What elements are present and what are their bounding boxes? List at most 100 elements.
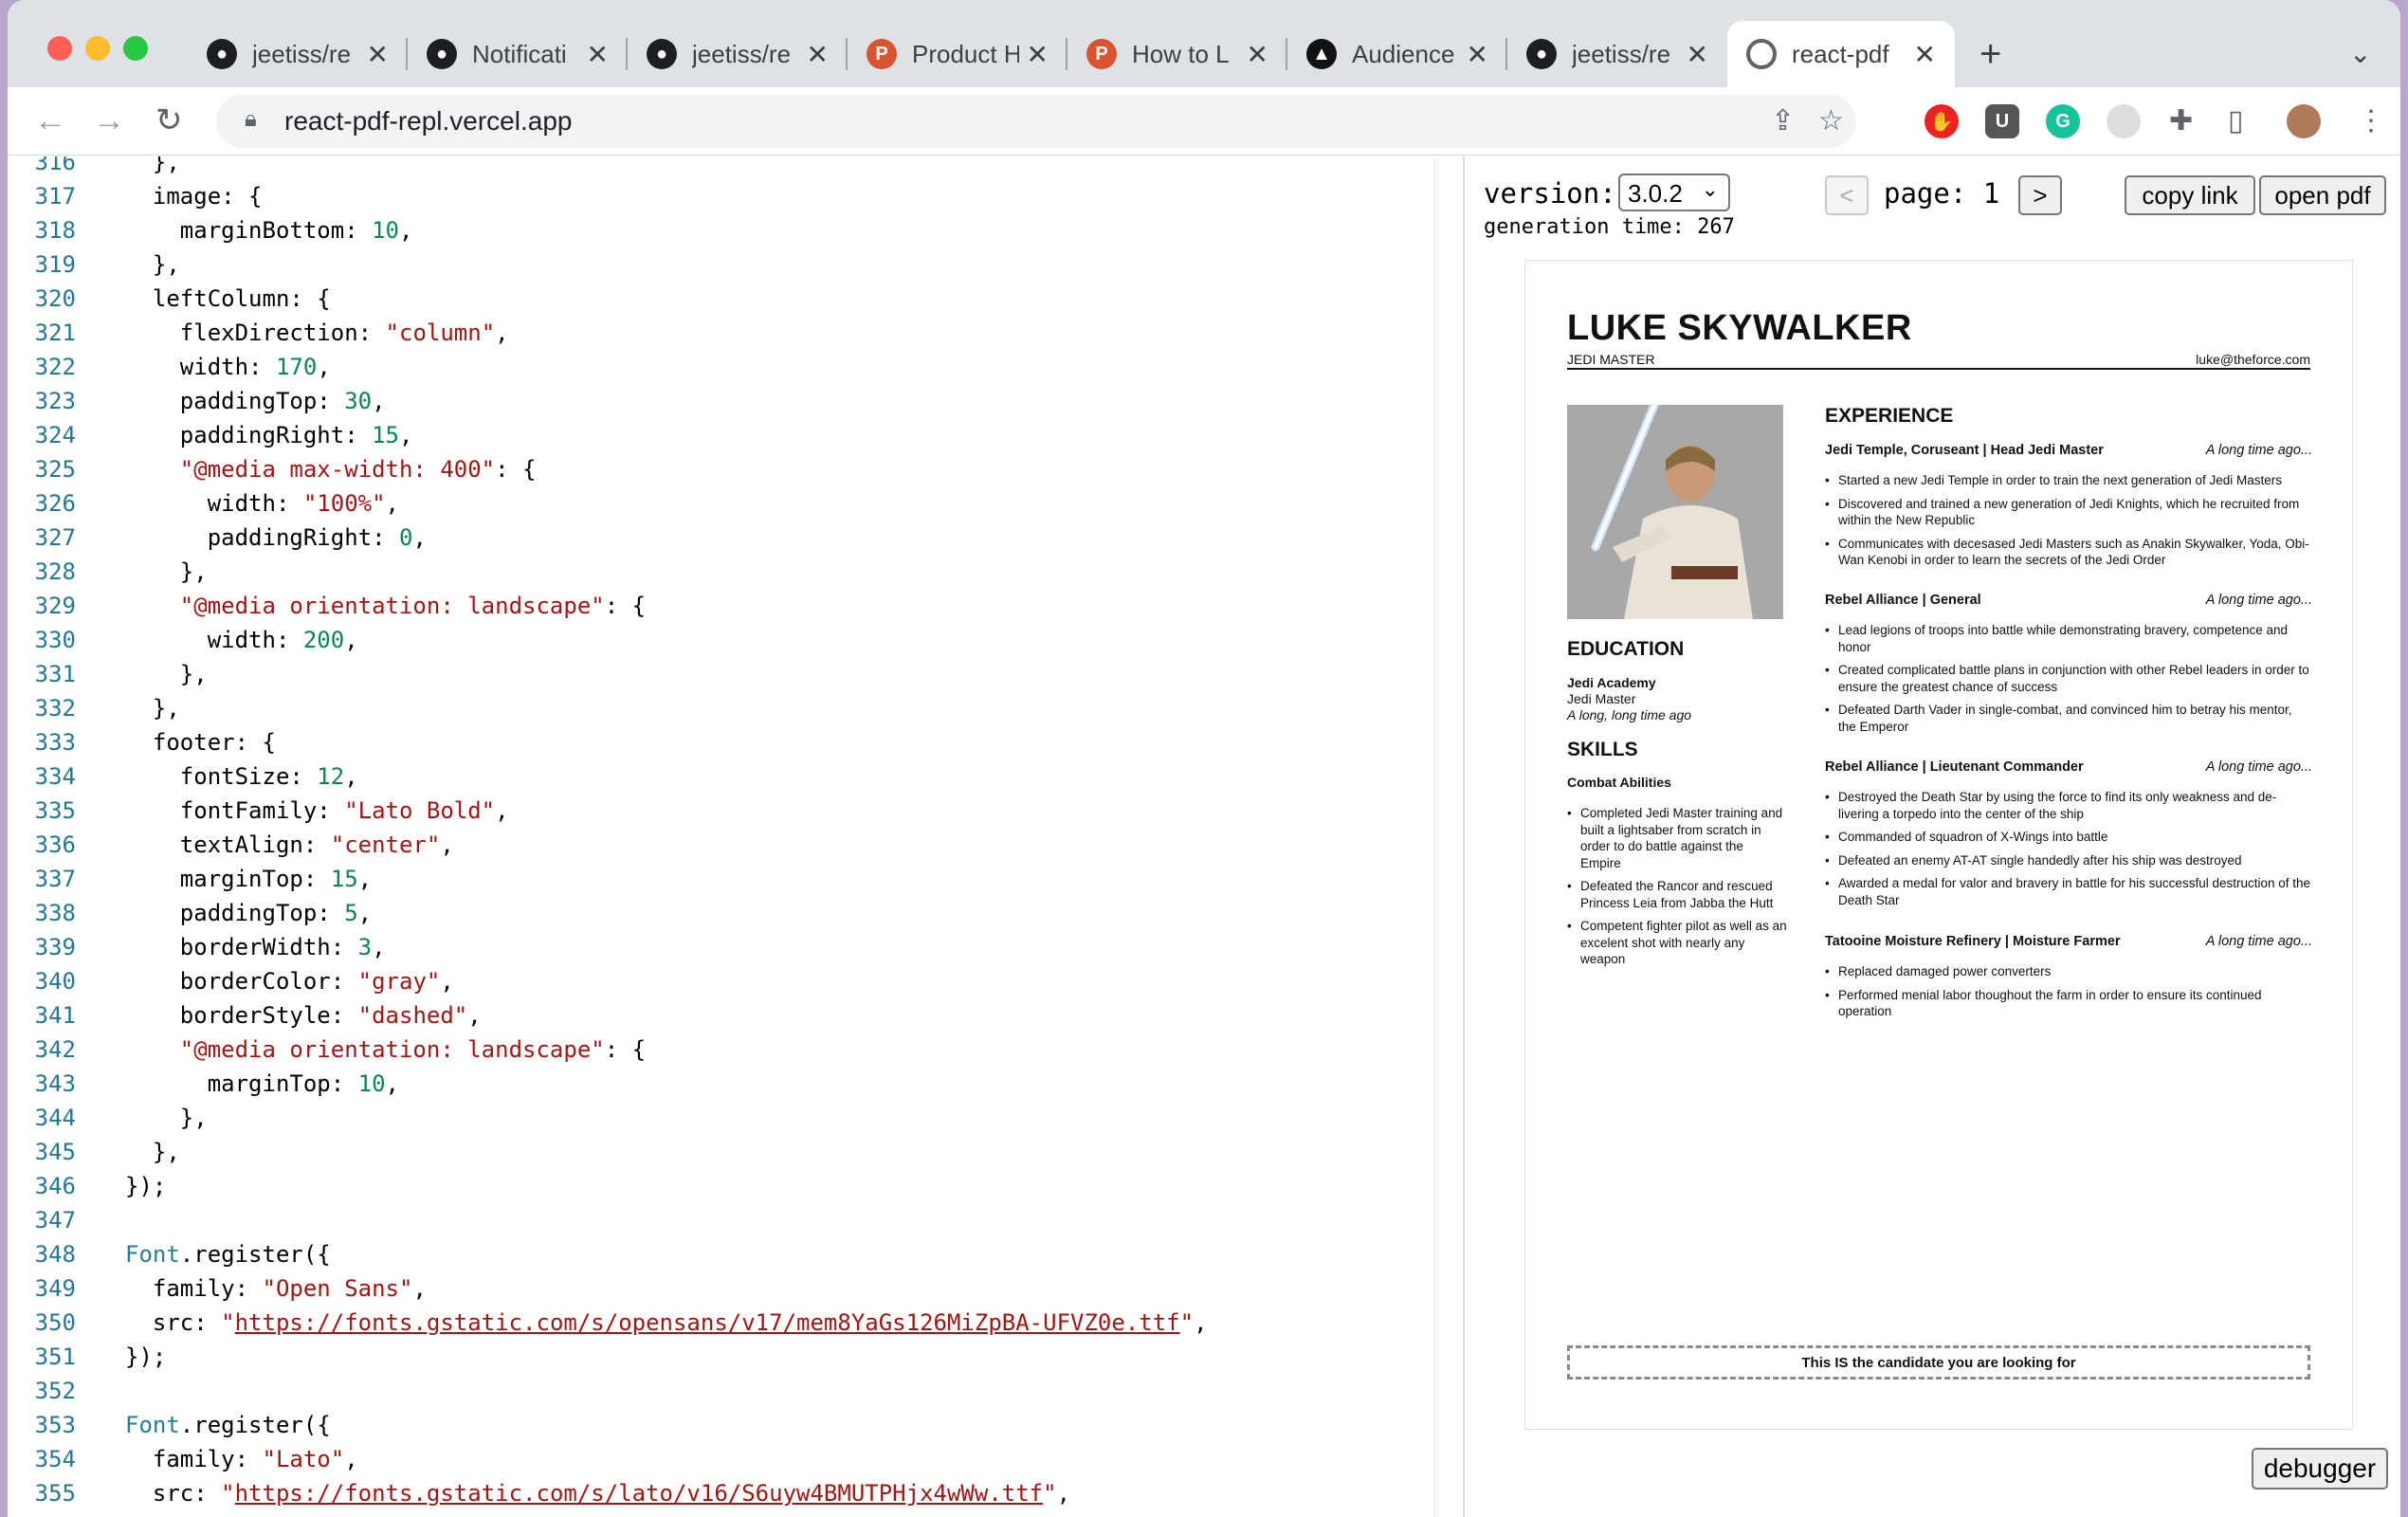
- code-editor[interactable]: 316 }, 317 image: {318 marginBottom: 10, 3…: [8, 156, 1463, 1517]
- code-line[interactable]: 327 paddingRight: 0,: [8, 521, 1463, 555]
- skills-list: Completed Jedi Master training and built…: [1567, 805, 1787, 975]
- window-maximize-button[interactable]: [123, 36, 148, 61]
- triangle-icon: ▲: [1306, 39, 1337, 69]
- code-line[interactable]: 337 marginTop: 15,: [8, 862, 1463, 896]
- code-text: src: "https://fonts.gstatic.com/s/lato/v…: [125, 1480, 1071, 1507]
- copy-link-button[interactable]: copy link: [2125, 175, 2255, 215]
- prev-page-button[interactable]: <: [1825, 175, 1869, 215]
- close-icon[interactable]: ✕: [1914, 39, 1936, 70]
- code-line[interactable]: 341 borderStyle: "dashed",: [8, 998, 1463, 1033]
- code-line[interactable]: 344 },: [8, 1101, 1463, 1135]
- code-line[interactable]: 321 flexDirection: "column",: [8, 316, 1463, 350]
- grammarly-icon[interactable]: G: [2046, 104, 2080, 138]
- code-line[interactable]: 340 borderColor: "gray",: [8, 964, 1463, 998]
- extension-circle-icon[interactable]: [2107, 104, 2141, 138]
- tab-6[interactable]: ▲ Audience ✕: [1287, 21, 1507, 87]
- code-line[interactable]: 345 },: [8, 1135, 1463, 1169]
- tab-2[interactable]: ● Notificati ✕: [408, 21, 628, 87]
- code-line[interactable]: 348 Font.register({: [8, 1237, 1463, 1271]
- header-divider: [1567, 368, 2310, 370]
- next-page-button[interactable]: >: [2018, 175, 2062, 215]
- close-icon[interactable]: ✕: [1467, 39, 1488, 70]
- close-icon[interactable]: ✕: [1027, 39, 1049, 70]
- code-line[interactable]: 346});: [8, 1169, 1463, 1203]
- close-icon[interactable]: ✕: [587, 39, 609, 70]
- code-line[interactable]: 336 textAlign: "center",: [8, 828, 1463, 862]
- tab-active[interactable]: react-pdf ✕: [1727, 21, 1955, 87]
- code-line[interactable]: 339 borderWidth: 3,: [8, 930, 1463, 964]
- code-text: family: "Open Sans",: [125, 1275, 427, 1302]
- code-line[interactable]: 352: [8, 1374, 1463, 1408]
- code-line[interactable]: 332 },: [8, 691, 1463, 725]
- reload-icon[interactable]: ↻: [155, 99, 183, 142]
- new-tab-button[interactable]: +: [1979, 32, 2001, 76]
- page-content: 316 }, 317 image: {318 marginBottom: 10, 3…: [8, 156, 2400, 1517]
- code-line[interactable]: 320 leftColumn: {: [8, 282, 1463, 316]
- version-select[interactable]: 3.0.2 ⌄: [1618, 174, 1730, 211]
- tab-4[interactable]: P Product H ✕: [848, 21, 1067, 87]
- line-number: 343: [34, 1070, 76, 1097]
- code-line[interactable]: 334 fontSize: 12,: [8, 759, 1463, 794]
- code-line[interactable]: 338 paddingTop: 5,: [8, 896, 1463, 930]
- code-line[interactable]: 329 "@media orientation: landscape": {: [8, 589, 1463, 623]
- more-icon[interactable]: ⋮: [2357, 104, 2385, 137]
- code-line[interactable]: 342 "@media orientation: landscape": {: [8, 1033, 1463, 1067]
- github-icon: ●: [647, 39, 677, 69]
- code-line[interactable]: 325 "@media max-width: 400": {: [8, 452, 1463, 486]
- window-minimize-button[interactable]: [85, 36, 110, 61]
- code-line[interactable]: 322 width: 170,: [8, 350, 1463, 384]
- code-line[interactable]: 331 },: [8, 657, 1463, 691]
- list-item: Awarded a medal for valor and bravery in…: [1825, 875, 2312, 908]
- code-line[interactable]: 349 family: "Open Sans",: [8, 1271, 1463, 1306]
- sidepanel-icon[interactable]: ▯: [2228, 104, 2244, 137]
- code-line[interactable]: 319 },: [8, 247, 1463, 282]
- tab-search-chevron-icon[interactable]: ⌄: [2349, 38, 2371, 69]
- code-line[interactable]: 354 family: "Lato",: [8, 1442, 1463, 1476]
- tab-7[interactable]: ● jeetiss/re ✕: [1507, 21, 1727, 87]
- forward-arrow-icon[interactable]: →: [93, 99, 125, 142]
- line-number: 321: [34, 320, 76, 346]
- code-line[interactable]: 316 },: [8, 156, 1463, 179]
- tab-3[interactable]: ● jeetiss/re ✕: [628, 21, 848, 87]
- code-line[interactable]: 347: [8, 1203, 1463, 1237]
- back-arrow-icon[interactable]: ←: [34, 99, 66, 142]
- list-item: Defeated an enemy AT-AT single handedly …: [1825, 852, 2312, 869]
- code-line[interactable]: 323 paddingTop: 30,: [8, 384, 1463, 418]
- code-line[interactable]: 353 Font.register({: [8, 1408, 1463, 1442]
- code-line[interactable]: 324 paddingRight: 15,: [8, 418, 1463, 452]
- code-line[interactable]: 328 },: [8, 555, 1463, 589]
- code-line[interactable]: 335 fontFamily: "Lato Bold",: [8, 794, 1463, 828]
- code-line[interactable]: 343 marginTop: 10,: [8, 1067, 1463, 1101]
- code-text: marginTop: 15,: [125, 866, 373, 892]
- code-line[interactable]: 330 width: 200,: [8, 623, 1463, 657]
- puzzle-icon[interactable]: ✚: [2169, 104, 2193, 137]
- window-close-button[interactable]: [47, 36, 72, 61]
- code-line[interactable]: 355 src: "https://fonts.gstatic.com/s/la…: [8, 1476, 1463, 1510]
- close-icon[interactable]: ✕: [1247, 39, 1268, 70]
- tab-5[interactable]: P How to L ✕: [1067, 21, 1287, 87]
- code-text: width: 200,: [125, 627, 358, 653]
- code-text: family: "Lato",: [125, 1446, 358, 1472]
- avatar[interactable]: [2287, 104, 2321, 138]
- close-icon[interactable]: ✕: [1687, 39, 1708, 70]
- adblock-icon[interactable]: ✋: [1925, 104, 1959, 138]
- code-line[interactable]: 317 image: {: [8, 179, 1463, 213]
- code-line[interactable]: 333 footer: {: [8, 725, 1463, 759]
- list-item: Communicates with decesased Jedi Masters…: [1825, 536, 2312, 569]
- close-icon[interactable]: ✕: [367, 39, 389, 70]
- debugger-button[interactable]: debugger: [2252, 1448, 2388, 1490]
- share-icon[interactable]: ⇪: [1771, 104, 1795, 137]
- job-title: Tatooine Moisture Refinery | Moisture Fa…: [1825, 934, 2121, 949]
- close-icon[interactable]: ✕: [807, 39, 829, 70]
- code-line[interactable]: 326 width: "100%",: [8, 486, 1463, 521]
- line-number: 345: [34, 1139, 76, 1165]
- open-pdf-button[interactable]: open pdf: [2259, 175, 2386, 215]
- code-line[interactable]: 318 marginBottom: 10,: [8, 213, 1463, 247]
- shield-icon[interactable]: U: [1985, 104, 2019, 138]
- star-icon[interactable]: ☆: [1818, 104, 1844, 137]
- tab-1[interactable]: ● jeetiss/re ✕: [188, 21, 408, 87]
- code-line[interactable]: 351});: [8, 1340, 1463, 1374]
- education-school: Jedi Academy: [1567, 675, 1656, 690]
- code-line[interactable]: 350 src: "https://fonts.gstatic.com/s/op…: [8, 1306, 1463, 1340]
- address-bar[interactable]: 🔒︎ react-pdf-repl.vercel.app ⇪ ☆: [216, 95, 1856, 148]
